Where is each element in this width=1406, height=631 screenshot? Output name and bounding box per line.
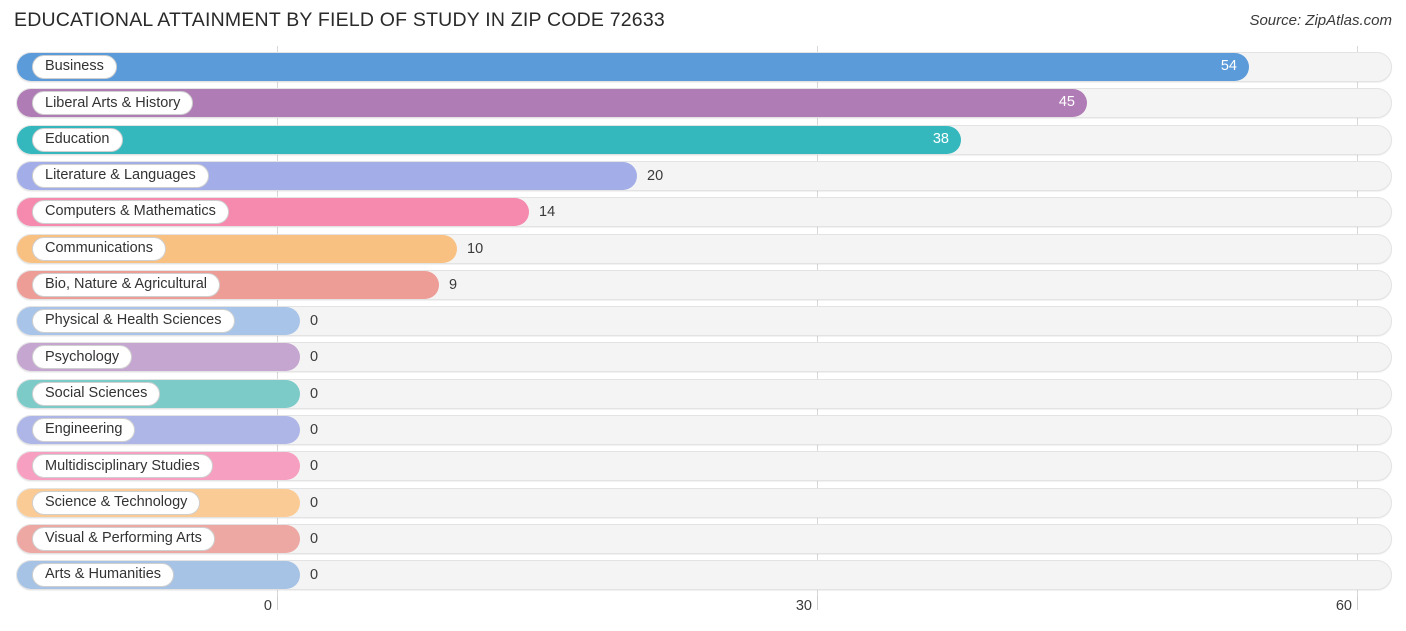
category-label-pill: Communications (32, 236, 166, 261)
axis-tick-label: 60 (1335, 598, 1352, 614)
chart-row: Bio, Nature & Agricultural 9 (0, 269, 1406, 300)
category-label: Engineering (45, 421, 123, 438)
bar-value-label: 0 (310, 385, 319, 402)
category-label: Multidisciplinary Studies (45, 457, 200, 474)
axis-tick-mark (817, 596, 818, 610)
bar-value-label: 0 (310, 349, 319, 366)
bar-value-label: 54 (1220, 58, 1237, 74)
chart-plot-area: Business 54 Liberal Arts & History 45 Educat… (0, 46, 1406, 596)
bar-value-label: 0 (310, 494, 319, 511)
bar-value-label: 0 (310, 422, 319, 438)
bar-value-label: 14 (539, 204, 556, 221)
bar-value-label: 0 (310, 458, 319, 475)
chart-row: Business 54 (0, 52, 1406, 82)
chart-row: Engineering 0 (0, 415, 1406, 445)
category-label-pill: Arts & Humanities (32, 563, 175, 588)
bar-value-label: 0 (310, 313, 319, 330)
bar-value-label: 20 (647, 167, 664, 184)
category-label-pill: Engineering (32, 418, 136, 442)
axis-tick-label: 30 (795, 598, 812, 614)
source-attribution: Source: ZipAtlas.com (1249, 12, 1392, 29)
axis-tick-label: 0 (263, 598, 272, 614)
category-label-pill: Physical & Health Sciences (32, 309, 235, 334)
chart-row: Computers & Mathematics 14 (0, 197, 1406, 228)
category-label-pill: Education (32, 127, 123, 152)
page-title: EDUCATIONAL ATTAINMENT BY FIELD OF STUDY… (14, 9, 665, 31)
chart-row: Liberal Arts & History 45 (0, 88, 1406, 119)
chart-row: Education 38 (0, 124, 1406, 155)
chart-row: Physical & Health Sciences 0 (0, 306, 1406, 337)
bar-value-label: 0 (310, 530, 319, 547)
category-label-pill: Social Sciences (32, 381, 161, 406)
category-label-pill: Computers & Mathematics (32, 200, 229, 225)
category-label: Physical & Health Sciences (45, 312, 222, 329)
category-label: Bio, Nature & Agricultural (45, 276, 207, 293)
chart-row: Multidisciplinary Studies 0 (0, 451, 1406, 482)
category-label: Communications (45, 239, 153, 256)
bar-business[interactable] (17, 53, 1249, 81)
chart-row: Science & Technology 0 (0, 487, 1406, 518)
bar-value-label: 38 (932, 130, 949, 147)
category-label-pill: Multidisciplinary Studies (32, 454, 213, 479)
category-label: Business (45, 58, 104, 75)
category-label-pill: Liberal Arts & History (32, 91, 194, 116)
chart-row: Psychology 0 (0, 342, 1406, 373)
axis-tick-mark (277, 596, 278, 610)
category-label: Social Sciences (45, 384, 148, 401)
category-label-pill: Science & Technology (32, 490, 201, 515)
category-label-pill: Business (32, 55, 117, 79)
x-axis: 0 30 60 (0, 596, 1406, 631)
chart-row: Literature & Languages 20 (0, 160, 1406, 191)
category-label: Education (45, 130, 110, 147)
category-label-pill: Literature & Languages (32, 163, 209, 188)
category-label: Liberal Arts & History (45, 94, 181, 111)
category-label-pill: Psychology (32, 345, 133, 370)
axis-tick-mark (1357, 596, 1358, 610)
category-label-pill: Bio, Nature & Agricultural (32, 272, 220, 297)
chart-row: Social Sciences 0 (0, 378, 1406, 409)
chart-row: Arts & Humanities 0 (0, 560, 1406, 591)
bar-value-label: 9 (449, 276, 458, 293)
category-label: Psychology (45, 348, 120, 365)
category-label: Arts & Humanities (45, 566, 162, 583)
category-label: Computers & Mathematics (45, 203, 216, 220)
category-label: Literature & Languages (45, 167, 196, 184)
bar-value-label: 0 (310, 567, 319, 584)
category-label: Science & Technology (45, 493, 188, 510)
chart-row: Visual & Performing Arts 0 (0, 523, 1406, 554)
bar-value-label: 10 (467, 240, 484, 257)
category-label: Visual & Performing Arts (45, 530, 202, 547)
category-label-pill: Visual & Performing Arts (32, 526, 215, 551)
chart-row: Communications 10 (0, 233, 1406, 264)
bar-value-label: 45 (1058, 94, 1075, 111)
bar-education[interactable] (17, 125, 961, 154)
